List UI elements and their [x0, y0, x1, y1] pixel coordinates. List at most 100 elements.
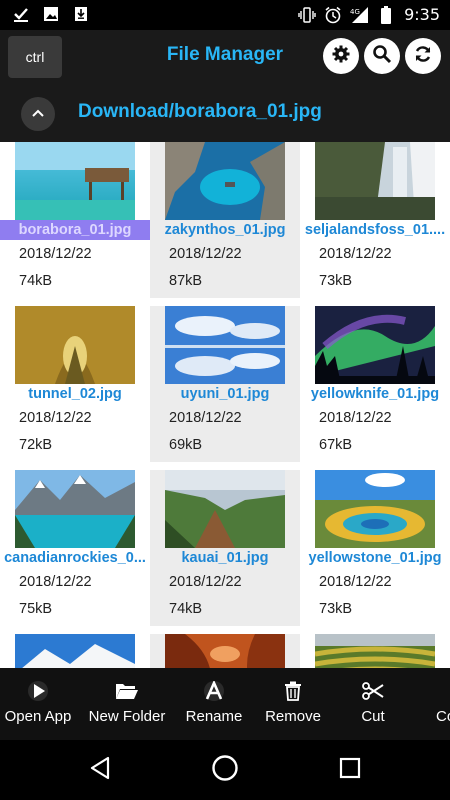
search-button[interactable]: [364, 38, 400, 74]
recents-icon: [339, 757, 361, 784]
back-button[interactable]: [84, 754, 116, 786]
file-name: canadianrockies_0...: [4, 550, 146, 566]
file-size: 74kB: [169, 601, 203, 617]
copy-icon: [446, 680, 450, 702]
file-size: 69kB: [169, 437, 203, 453]
file-size: 67kB: [319, 437, 353, 453]
file-date: 2018/12/22: [319, 574, 392, 590]
path-bar: Download/borabora_01.jpg: [0, 86, 450, 142]
file-item[interactable]: tunnel_02.jpg 2018/12/22 72kB: [0, 306, 150, 462]
font-a-icon: [202, 680, 226, 702]
remove-button[interactable]: Remove: [258, 668, 328, 740]
file-item[interactable]: canadianrockies_0... 2018/12/22 75kB: [0, 470, 150, 626]
tool-label: Remove: [265, 708, 321, 725]
trash-icon: [281, 680, 305, 702]
tool-label: Rename: [185, 708, 243, 725]
refresh-icon: [413, 44, 433, 69]
file-name: uyuni_01.jpg: [180, 386, 270, 402]
copy-button[interactable]: Co: [424, 668, 450, 740]
file-name: yellowstone_01.jpg: [308, 550, 442, 566]
file-size: 73kB: [319, 601, 353, 617]
file-item[interactable]: kauai_01.jpg 2018/12/22 74kB: [150, 470, 300, 626]
ctrl-button[interactable]: ctrl: [8, 36, 62, 78]
tool-label: Cut: [361, 708, 385, 725]
file-date: 2018/12/22: [319, 410, 392, 426]
file-thumbnail: [15, 470, 135, 548]
file-thumbnail: [165, 634, 285, 668]
new-folder-button[interactable]: New Folder: [84, 668, 170, 740]
back-icon: [89, 756, 111, 785]
tool-label: Open App: [4, 708, 72, 725]
file-thumbnail: [315, 142, 435, 220]
recents-button[interactable]: [334, 754, 366, 786]
file-item[interactable]: seljalandsfoss_01.... 2018/12/22 73kB: [300, 142, 450, 298]
current-path: Download/borabora_01.jpg: [78, 101, 322, 122]
file-name: borabora_01.jpg: [0, 220, 150, 240]
file-name: seljalandsfoss_01....: [304, 222, 446, 238]
open-app-button[interactable]: Open App: [0, 668, 76, 740]
file-size: 74kB: [19, 273, 53, 289]
file-item[interactable]: yellowknife_01.jpg 2018/12/22 67kB: [300, 306, 450, 462]
home-button[interactable]: [209, 754, 241, 786]
parent-folder-button[interactable]: [21, 97, 55, 131]
home-icon: [211, 754, 239, 787]
file-size: 72kB: [19, 437, 53, 453]
download-icon: [72, 5, 90, 23]
file-item[interactable]: uyuni_01.jpg 2018/12/22 69kB: [150, 306, 300, 462]
search-icon: [372, 44, 392, 69]
refresh-button[interactable]: [405, 38, 441, 74]
file-size: 73kB: [319, 273, 353, 289]
file-thumbnail: [165, 142, 285, 220]
play-icon: [26, 680, 50, 702]
folder-open-icon: [115, 680, 139, 702]
image-icon: [42, 5, 60, 23]
tool-label: Co: [436, 708, 450, 725]
file-item[interactable]: zakynthos_01.jpg 2018/12/22 87kB: [150, 142, 300, 298]
file-thumbnail: [15, 634, 135, 668]
app-bar: ctrl File Manager: [0, 30, 450, 86]
rename-button[interactable]: Rename: [178, 668, 250, 740]
file-name: kauai_01.jpg: [181, 550, 269, 566]
file-item[interactable]: [150, 634, 300, 668]
settings-icon: [331, 44, 351, 69]
scissors-icon: [361, 680, 385, 702]
file-date: 2018/12/22: [169, 246, 242, 262]
file-date: 2018/12/22: [19, 246, 92, 262]
file-name: yellowknife_01.jpg: [310, 386, 440, 402]
file-name: tunnel_02.jpg: [28, 386, 122, 402]
file-size: 87kB: [169, 273, 203, 289]
file-item[interactable]: [300, 634, 450, 668]
file-item[interactable]: yellowstone_01.jpg 2018/12/22 73kB: [300, 470, 450, 626]
file-name: zakynthos_01.jpg: [164, 222, 286, 238]
file-date: 2018/12/22: [169, 410, 242, 426]
file-thumbnail: [165, 470, 285, 548]
file-date: 2018/12/22: [19, 574, 92, 590]
cut-button[interactable]: Cut: [340, 668, 406, 740]
chevron-up-icon: [31, 105, 45, 123]
svg-text:4G: 4G: [350, 8, 360, 16]
file-grid: borabora_01.jpg 2018/12/22 74kB zakyntho…: [0, 142, 450, 668]
file-thumbnail: [315, 470, 435, 548]
check-icon: [12, 5, 30, 23]
file-item[interactable]: borabora_01.jpg 2018/12/22 74kB: [0, 142, 150, 298]
file-thumbnail: [315, 634, 435, 668]
file-thumbnail: [15, 142, 135, 220]
vibrate-icon: [298, 6, 316, 24]
file-thumbnail: [165, 306, 285, 384]
file-item[interactable]: [0, 634, 150, 668]
file-thumbnail: [315, 306, 435, 384]
tool-label: New Folder: [88, 708, 166, 725]
file-date: 2018/12/22: [19, 410, 92, 426]
alarm-icon: [324, 6, 342, 24]
status-bar: 4G 9:35: [0, 0, 450, 30]
settings-button[interactable]: [323, 38, 359, 74]
action-toolbar: Open App New Folder Rename Remove Cut Co: [0, 668, 450, 740]
app-title: File Manager: [166, 44, 284, 65]
file-date: 2018/12/22: [169, 574, 242, 590]
battery-icon: [380, 5, 392, 24]
system-nav-bar: [0, 740, 450, 800]
signal-4g-icon: 4G: [350, 6, 372, 24]
file-thumbnail: [15, 306, 135, 384]
file-size: 75kB: [19, 601, 53, 617]
file-date: 2018/12/22: [319, 246, 392, 262]
